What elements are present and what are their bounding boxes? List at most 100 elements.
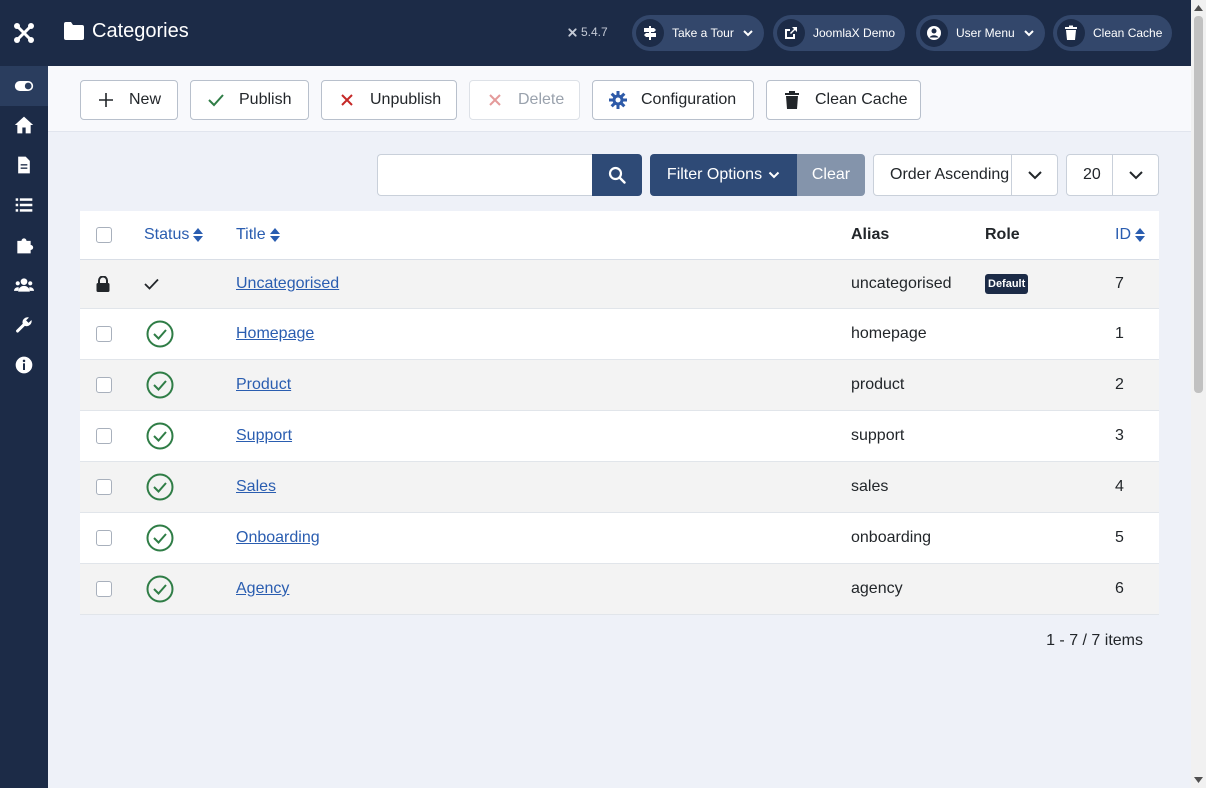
sidebar-item-home[interactable] [0,105,48,145]
delete-label: Delete [518,91,565,108]
delete-button[interactable]: Delete [469,80,580,120]
category-title-link[interactable]: Product [236,376,291,394]
puzzle-icon [17,238,34,254]
ordering-value: Order Ascending [890,166,1010,183]
configuration-button[interactable]: Configuration [592,80,754,120]
published-status-icon[interactable] [146,462,174,512]
new-label: New [129,91,162,108]
x-icon [486,91,504,109]
published-status-icon[interactable] [146,360,174,410]
row-checkbox[interactable] [96,479,112,495]
category-id: 3 [1115,427,1124,444]
joomla-logo[interactable] [0,0,48,66]
page-title: Categories [92,20,189,42]
sort-by-title[interactable]: Title [236,226,280,244]
table-header: Status Title Alias Role ID [80,211,1159,260]
chevron-down-icon [1011,155,1057,195]
row-checkbox[interactable] [96,377,112,393]
category-alias: sales [851,478,889,495]
table-row: Onboarding onboarding 5 [80,513,1159,564]
category-title-link[interactable]: Sales [236,478,276,496]
select-all-checkbox[interactable] [96,227,112,243]
search-button[interactable] [592,154,642,196]
category-title-link[interactable]: Agency [236,580,289,598]
user-menu-button[interactable]: User Menu [916,15,1045,51]
clear-button[interactable]: Clear [797,154,865,196]
category-title-link[interactable]: Uncategorised [236,275,339,293]
category-alias: support [851,427,905,444]
select-all-cell [96,211,112,259]
sidebar-item-help[interactable] [0,345,48,385]
header-clean-cache-label: Clean Cache [1093,26,1163,40]
chevron-down-icon [743,30,753,37]
row-checkbox[interactable] [96,326,112,342]
sort-icon [1135,228,1145,242]
sidebar-item-system[interactable] [0,305,48,345]
category-title-link[interactable]: Onboarding [236,529,320,547]
take-a-tour-label: Take a Tour [672,26,734,40]
default-badge: Default [985,274,1029,294]
category-title-link[interactable]: Homepage [236,325,314,343]
published-status-icon[interactable] [146,564,174,614]
sidebar-toggle-menu[interactable] [0,66,48,106]
limit-select[interactable]: 20 [1066,154,1159,196]
sidebar-item-components[interactable] [0,225,48,265]
sort-by-status[interactable]: Status [144,226,204,244]
category-id: 7 [1115,275,1124,292]
category-title-link[interactable]: Support [236,427,292,445]
clean-cache-button[interactable]: Clean Cache [766,80,921,120]
category-alias: onboarding [851,529,932,546]
chevron-down-icon [1023,30,1034,37]
pagination-info: 1 - 7 / 7 items [1046,632,1143,649]
search-input[interactable] [377,154,593,196]
wrench-icon [16,317,32,333]
unpublish-button[interactable]: Unpublish [321,80,457,120]
new-button[interactable]: New [80,80,178,120]
filter-options-button[interactable]: Filter Options [650,154,797,196]
publish-label: Publish [239,91,292,108]
sort-by-id[interactable]: ID [1115,226,1145,244]
category-alias: uncategorised [851,275,952,292]
header-clean-cache-button[interactable]: Clean Cache [1053,15,1173,51]
scroll-up-arrow-icon[interactable] [1194,3,1203,13]
take-a-tour-button[interactable]: Take a Tour [632,15,764,51]
sidebar-item-content[interactable] [0,145,48,185]
sidebar-item-menus[interactable] [0,185,48,225]
publish-button[interactable]: Publish [190,80,309,120]
sort-icon [269,228,280,242]
joomla-logo-icon [14,23,34,43]
chevron-down-icon [768,171,780,179]
ordering-select[interactable]: Order Ascending [873,154,1058,196]
search-icon [608,166,626,184]
category-alias: agency [851,580,903,597]
scroll-down-arrow-icon[interactable] [1194,775,1203,785]
category-id: 6 [1115,580,1124,597]
joomlax-demo-label: JoomlaX Demo [813,26,896,40]
scrollbar-thumb[interactable] [1194,16,1203,393]
row-checkbox[interactable] [96,530,112,546]
category-id: 5 [1115,529,1124,546]
published-status-icon[interactable] [146,309,174,359]
published-status-icon[interactable] [146,411,174,461]
category-id: 2 [1115,376,1124,393]
trash-icon [783,91,801,109]
joomla-small-icon [568,27,577,37]
joomlax-demo-button[interactable]: JoomlaX Demo [773,15,906,51]
role-header: Role [985,226,1020,243]
signpost-icon [636,19,664,47]
published-status-icon[interactable] [146,513,174,563]
published-check-icon [144,260,159,308]
chevron-down-icon [1112,155,1158,195]
alias-header: Alias [851,226,890,243]
version-number: 5.4.7 [581,25,608,39]
table-row: Homepage homepage 1 [80,309,1159,360]
page-scrollbar[interactable] [1191,0,1206,788]
folder-icon [64,22,84,40]
row-checkbox[interactable] [96,581,112,597]
id-header-label: ID [1115,226,1131,243]
status-header: Status [144,211,204,259]
category-id: 1 [1115,325,1124,342]
row-checkbox[interactable] [96,428,112,444]
sidebar-item-users[interactable] [0,265,48,305]
category-alias: homepage [851,325,927,342]
